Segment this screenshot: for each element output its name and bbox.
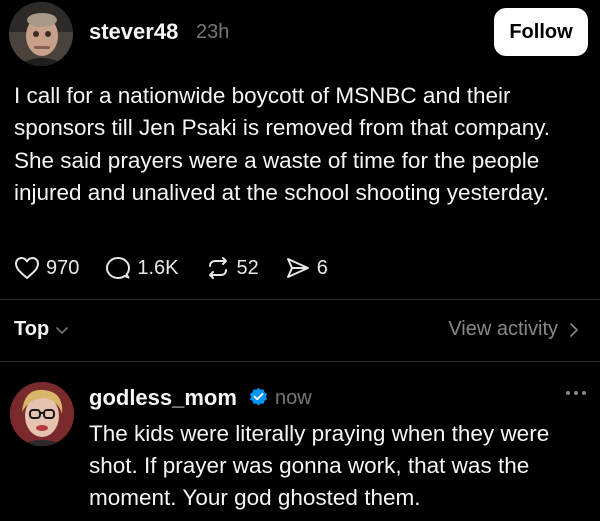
share-button[interactable]: 6 [285,256,328,280]
like-button[interactable]: 970 [14,256,79,280]
post-header: stever48 23h Follow [0,0,600,66]
share-count: 6 [316,256,328,279]
post-text: I call for a nationwide boycott of MSNBC… [14,83,551,206]
avatar-image [9,2,73,66]
chevron-down-icon [56,326,68,334]
repost-icon [208,257,227,279]
divider [0,361,600,362]
post-timestamp: 23h [196,21,230,43]
reply-count: 1.6K [137,256,179,279]
avatar-image [10,382,74,446]
more-options-icon[interactable] [565,389,587,397]
avatar[interactable] [9,2,73,66]
divider [0,299,600,300]
send-icon [286,258,309,278]
reply-timestamp: now [275,387,312,409]
heart-icon [15,257,39,279]
repost-button[interactable]: 52 [205,256,259,280]
follow-button[interactable]: Follow [494,8,588,56]
sort-dropdown[interactable]: Top [14,318,70,341]
reply-text: The kids were literally praying when the… [89,421,550,510]
reply-button[interactable]: 1.6K [105,256,179,280]
repost-count: 52 [236,256,259,279]
view-activity-link[interactable]: View activity [448,318,582,341]
reply-avatar[interactable] [10,382,74,446]
reply-author-username[interactable]: godless_mom [89,385,237,411]
comment-icon [106,257,131,279]
post-author-username[interactable]: stever48 [89,19,178,45]
verified-badge-icon [249,387,268,406]
post-action-bar: 970 1.6K 52 6 [14,252,354,284]
sort-label: Top [14,318,50,340]
view-activity-label: View activity [448,318,558,340]
like-count: 970 [46,256,80,279]
chevron-right-icon [570,322,578,337]
